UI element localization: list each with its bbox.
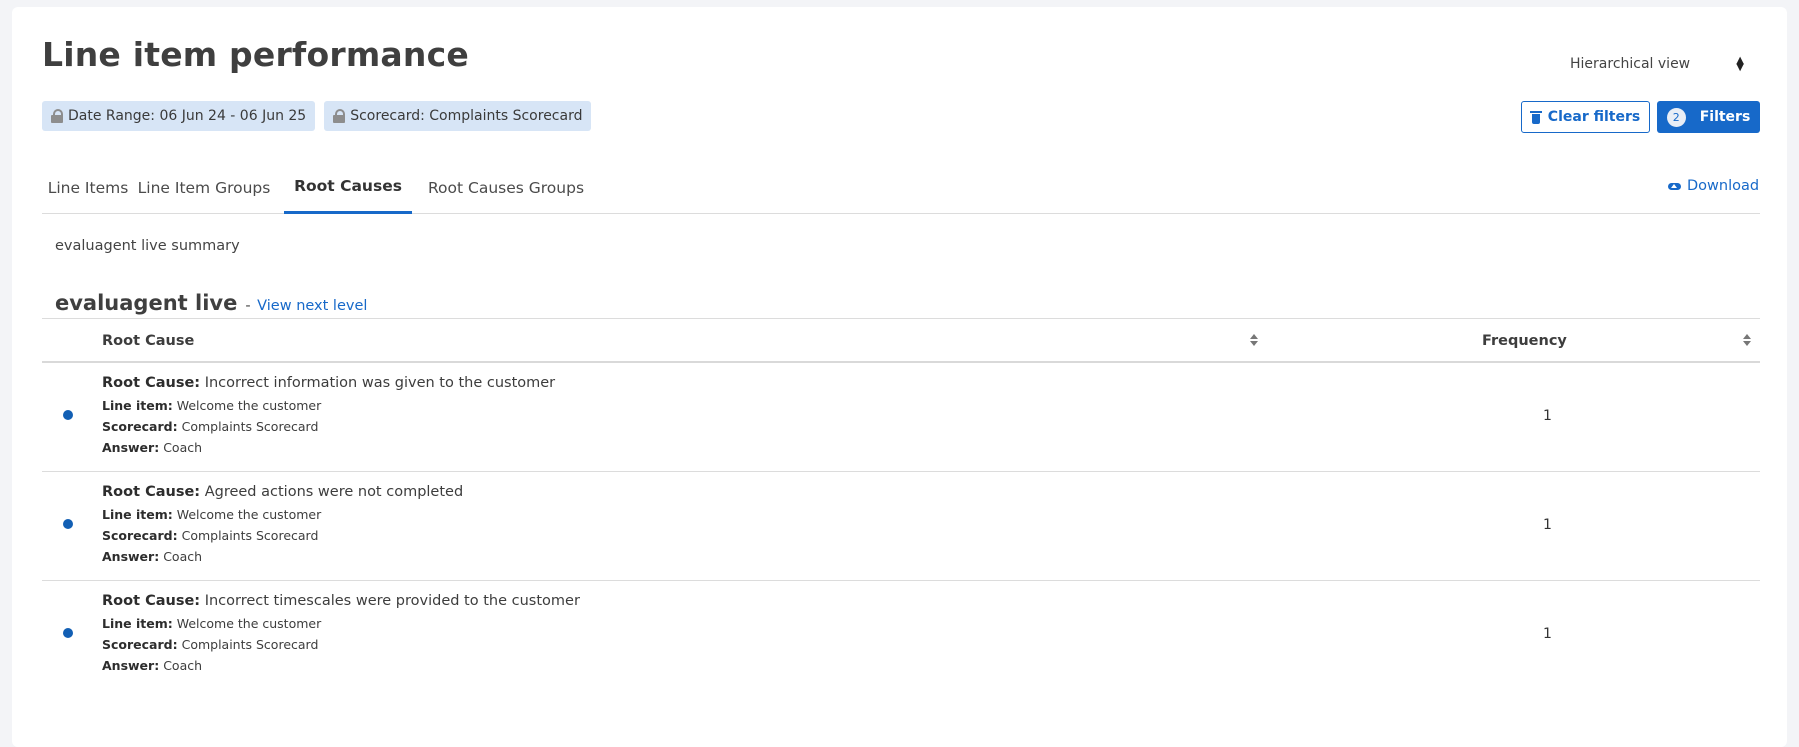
field-label: Scorecard: — [102, 637, 178, 652]
view-select-value: Hierarchical view — [1570, 56, 1691, 72]
clear-filters-button[interactable]: Clear filters — [1521, 101, 1650, 133]
select-arrows-icon: ▲ ▼ — [1736, 55, 1744, 73]
line-item-value: Welcome the customer — [176, 398, 322, 413]
root-cause-value: Incorrect timescales were provided to th… — [204, 593, 580, 609]
field-label: Line item: — [102, 398, 173, 413]
bullet-dot — [63, 519, 73, 529]
field-label: Scorecard: — [102, 419, 178, 434]
lock-icon — [51, 109, 63, 123]
tab-bar: Line Items Line Item Groups Root Causes … — [42, 161, 1760, 214]
row-details: Root Cause: Incorrect timescales were pr… — [102, 593, 580, 676]
frequency-value: 1 — [1543, 517, 1552, 533]
scorecard-value: Complaints Scorecard — [181, 528, 319, 543]
field-label: Line item: — [102, 616, 173, 631]
bullet-dot — [63, 628, 73, 638]
filters-label: Filters — [1699, 109, 1751, 125]
section-title: evaluagent live — [55, 291, 238, 315]
main-card: Line item performance Hierarchical view … — [12, 7, 1787, 747]
lock-icon — [333, 109, 346, 123]
section-link-wrap: - View next level — [245, 298, 367, 314]
scorecard-value: Complaints Scorecard — [181, 419, 319, 434]
column-header-root-cause[interactable]: Root Cause — [102, 333, 194, 349]
answer-value: Coach — [163, 440, 203, 455]
filter-chips: Date Range: 06 Jun 24 - 06 Jun 25 Scorec… — [42, 101, 592, 131]
filters-button[interactable]: 2 Filters — [1657, 101, 1760, 133]
trash-icon — [1529, 110, 1542, 124]
download-link[interactable]: Download — [1668, 178, 1759, 194]
root-cause-value: Agreed actions were not completed — [204, 484, 464, 500]
filters-count-badge: 2 — [1666, 107, 1686, 127]
table-row: Root Cause: Incorrect timescales were pr… — [42, 581, 1760, 690]
clear-filters-label: Clear filters — [1547, 109, 1641, 125]
chip-label: Scorecard: Complaints Scorecard — [350, 108, 583, 124]
table-row: Root Cause: Agreed actions were not comp… — [42, 472, 1760, 581]
table-row: Root Cause: Incorrect information was gi… — [42, 363, 1760, 472]
scorecard-value: Complaints Scorecard — [181, 637, 319, 652]
line-item-value: Welcome the customer — [176, 616, 322, 631]
section-dash: - — [245, 298, 251, 314]
tab-line-items[interactable]: Line Items — [42, 161, 134, 214]
upload-cloud-icon — [1668, 181, 1681, 191]
frequency-value: 1 — [1543, 626, 1552, 642]
field-label: Answer: — [102, 658, 160, 673]
sort-icon[interactable] — [1742, 334, 1752, 348]
column-header-frequency[interactable]: Frequency — [1482, 333, 1567, 349]
summary-text: evaluagent live summary — [55, 238, 240, 254]
table-header: Root Cause Frequency — [42, 318, 1760, 363]
field-label: Answer: — [102, 440, 160, 455]
row-details: Root Cause: Agreed actions were not comp… — [102, 484, 463, 567]
view-next-level-link[interactable]: View next level — [257, 298, 367, 314]
field-label: Scorecard: — [102, 528, 178, 543]
section-header: evaluagent live - View next level — [55, 291, 367, 315]
download-label: Download — [1687, 178, 1760, 194]
answer-value: Coach — [163, 658, 203, 673]
field-label: Answer: — [102, 549, 160, 564]
field-label: Root Cause: — [102, 484, 201, 500]
root-cause-value: Incorrect information was given to the c… — [204, 375, 556, 391]
tab-root-causes-groups[interactable]: Root Causes Groups — [422, 161, 590, 214]
field-label: Root Cause: — [102, 375, 201, 391]
sort-icon[interactable] — [1249, 334, 1259, 348]
chip-date-range: Date Range: 06 Jun 24 - 06 Jun 25 — [42, 101, 316, 131]
field-label: Root Cause: — [102, 593, 201, 609]
answer-value: Coach — [163, 549, 203, 564]
chip-label: Date Range: 06 Jun 24 - 06 Jun 25 — [68, 108, 307, 124]
field-label: Line item: — [102, 507, 173, 522]
tab-line-item-groups[interactable]: Line Item Groups — [137, 161, 271, 214]
frequency-value: 1 — [1543, 408, 1552, 424]
view-select[interactable]: Hierarchical view ▲ ▼ — [1570, 49, 1750, 79]
chip-scorecard: Scorecard: Complaints Scorecard — [324, 101, 592, 131]
root-cause-table: Root Cause Frequency Root Cause: Incorre… — [42, 318, 1760, 690]
bullet-dot — [63, 410, 73, 420]
page-title: Line item performance — [42, 35, 469, 74]
row-details: Root Cause: Incorrect information was gi… — [102, 375, 555, 458]
line-item-value: Welcome the customer — [176, 507, 322, 522]
tab-root-causes[interactable]: Root Causes — [284, 161, 412, 214]
